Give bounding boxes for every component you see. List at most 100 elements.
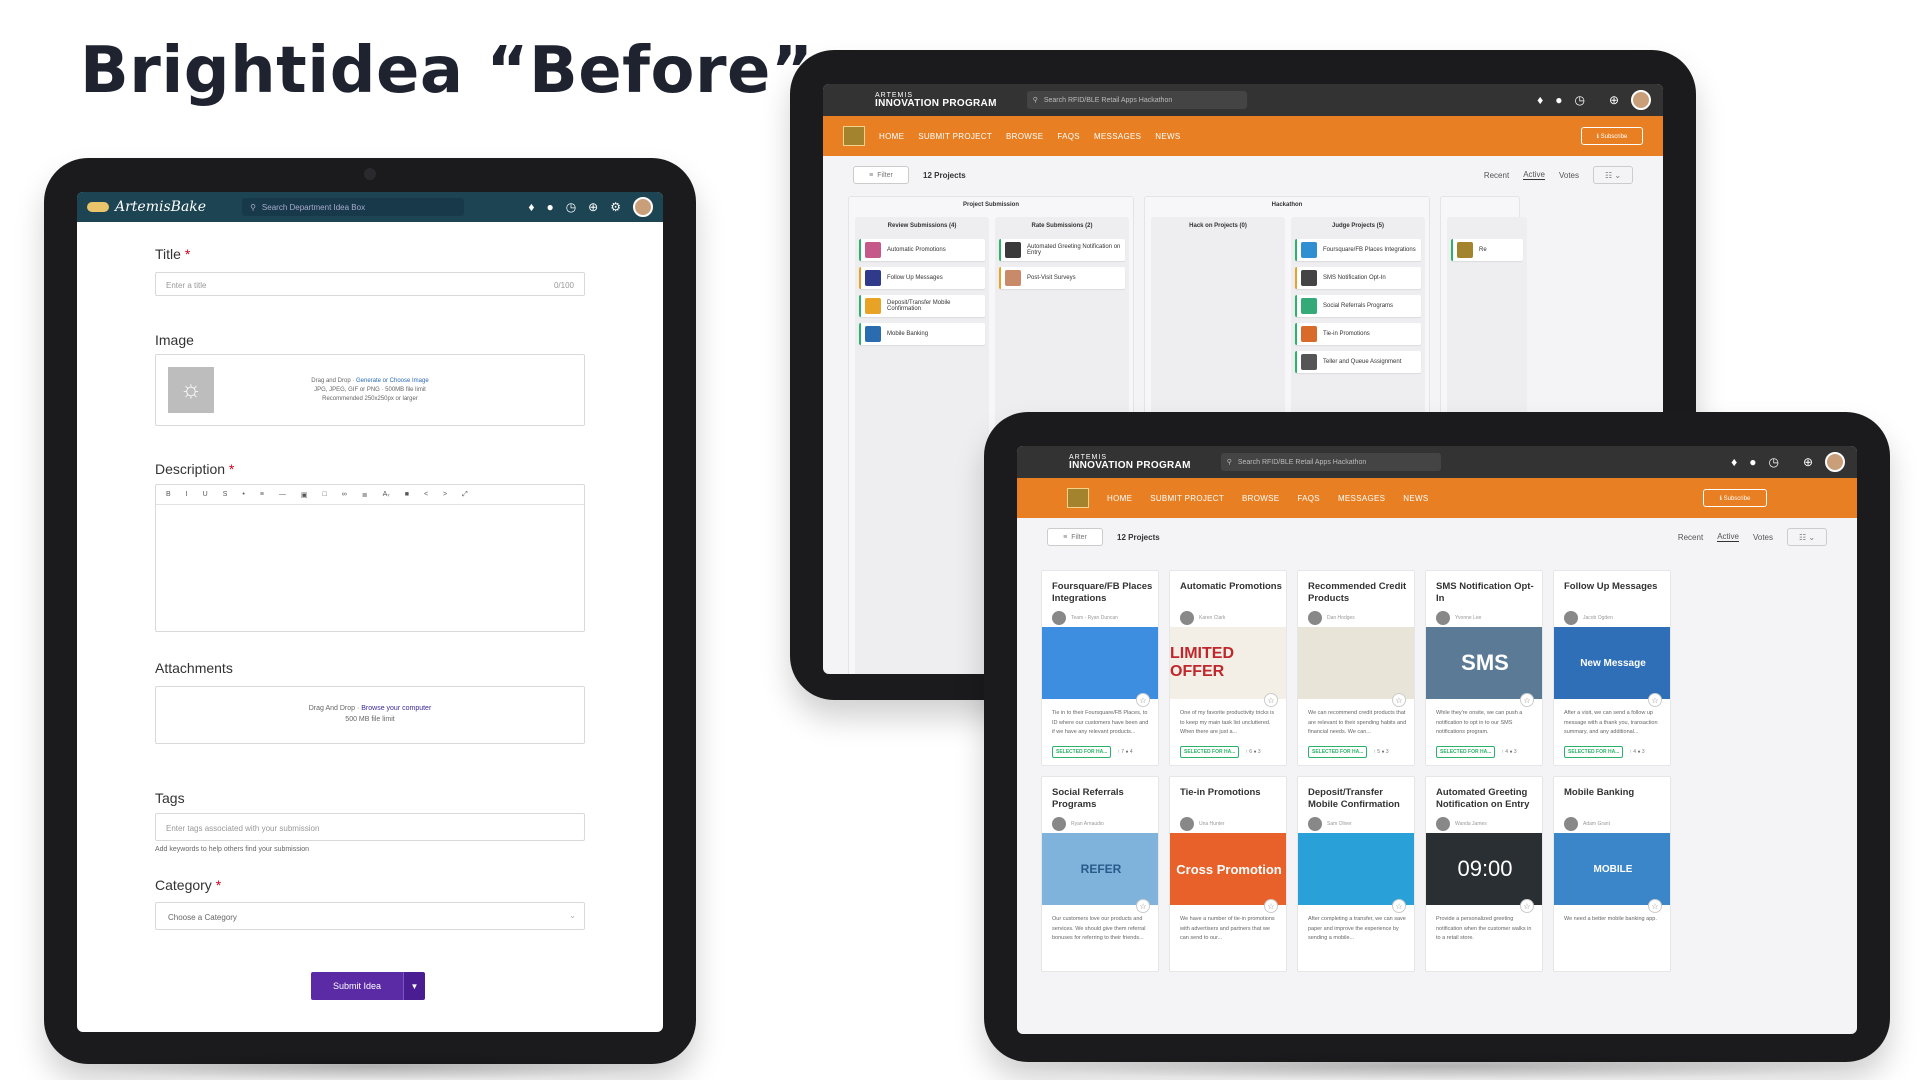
kanban-card[interactable]: SMS Notification Opt-In (1295, 267, 1421, 289)
clock-icon[interactable]: ◷ (1574, 93, 1584, 107)
image-dropzone[interactable]: ☼ Drag and Drop · Generate or Choose Ima… (155, 354, 585, 426)
tags-input[interactable]: Enter tags associated with your submissi… (155, 813, 585, 841)
bell-icon[interactable]: ♦ (1731, 455, 1737, 469)
clock-icon[interactable]: ◷ (566, 200, 576, 214)
nav-home[interactable]: HOME (879, 132, 904, 141)
nav-news[interactable]: NEWS (1403, 494, 1428, 503)
view-toggle[interactable]: ☷ ⌄ (1593, 166, 1633, 184)
project-card[interactable]: Deposit/Transfer Mobile Confirmation Sam… (1297, 776, 1415, 972)
project-title[interactable]: Foursquare/FB Places Integrations (1052, 581, 1156, 605)
star-icon[interactable]: ☆ (1136, 693, 1150, 707)
sort-active[interactable]: Active (1523, 170, 1545, 180)
view-toggle[interactable]: ☷ ⌄ (1787, 528, 1827, 546)
kanban-card[interactable]: Mobile Banking (859, 323, 985, 345)
kanban-card[interactable]: Re (1451, 239, 1523, 261)
toolbar-button[interactable]: ∞ (342, 491, 347, 498)
kanban-card[interactable]: Post-Visit Surveys (999, 267, 1125, 289)
subscribe-button[interactable]: ℹ Subscribe (1581, 127, 1643, 145)
project-title[interactable]: Mobile Banking (1564, 787, 1668, 799)
toolbar-button[interactable]: ≡ (260, 491, 264, 498)
nav-messages[interactable]: MESSAGES (1338, 494, 1385, 503)
clock-icon[interactable]: ◷ (1768, 455, 1778, 469)
toolbar-button[interactable]: > (443, 491, 447, 498)
toolbar-button[interactable]: ■ (405, 491, 409, 498)
star-icon[interactable]: ☆ (1392, 693, 1406, 707)
star-icon[interactable]: ☆ (1648, 899, 1662, 913)
chat-icon[interactable]: ● (1555, 93, 1562, 107)
project-card[interactable]: Recommended Credit Products Dan Hodges ☆… (1297, 570, 1415, 766)
avatar[interactable] (633, 197, 653, 217)
project-title[interactable]: Tie-in Promotions (1180, 787, 1284, 799)
project-title[interactable]: Follow Up Messages (1564, 581, 1668, 593)
toolbar-button[interactable]: ▣ (301, 491, 308, 499)
toolbar-button[interactable]: U (203, 491, 208, 498)
project-card[interactable]: Automated Greeting Notification on Entry… (1425, 776, 1543, 972)
sort-recent[interactable]: Recent (1678, 533, 1703, 542)
toolbar-button[interactable]: ≣ (362, 491, 368, 499)
kanban-card[interactable]: Teller and Queue Assignment (1295, 351, 1421, 373)
nav-submit-project[interactable]: SUBMIT PROJECT (918, 132, 992, 141)
sort-recent[interactable]: Recent (1484, 171, 1509, 180)
program-search-input[interactable]: ⚲ Search RFID/BLE Retail Apps Hackathon (1026, 91, 1247, 109)
toolbar-button[interactable]: B (166, 491, 171, 498)
nav-browse[interactable]: BROWSE (1006, 132, 1043, 141)
star-icon[interactable]: ☆ (1648, 693, 1662, 707)
attachments-dropzone[interactable]: Drag And Drop · Browse your computer 500… (155, 686, 585, 744)
kanban-card[interactable]: Follow Up Messages (859, 267, 985, 289)
project-card[interactable]: Tie-in Promotions Una Hunter Cross Promo… (1169, 776, 1287, 972)
program-logo[interactable]: ARTEMIS INNOVATION PROGRAM (875, 92, 997, 109)
sort-active[interactable]: Active (1717, 532, 1739, 542)
program-logo[interactable]: ARTEMIS INNOVATION PROGRAM (1069, 454, 1191, 471)
toolbar-button[interactable]: I (186, 491, 188, 498)
bell-icon[interactable]: ♦ (1537, 93, 1543, 107)
project-card[interactable]: Social Referrals Programs Ryan Arnaudio … (1041, 776, 1159, 972)
nav-faqs[interactable]: FAQS (1297, 494, 1320, 503)
star-icon[interactable]: ☆ (1520, 899, 1534, 913)
nav-news[interactable]: NEWS (1155, 132, 1180, 141)
add-icon[interactable]: ⊕ (588, 200, 598, 214)
toolbar-button[interactable]: S (223, 491, 228, 498)
browse-computer-link[interactable]: Browse your computer (361, 705, 431, 712)
project-card[interactable]: Mobile Banking Adam Grant MOBILE ☆ We ne… (1553, 776, 1671, 972)
project-title[interactable]: Recommended Credit Products (1308, 581, 1412, 605)
chat-icon[interactable]: ● (1749, 455, 1756, 469)
star-icon[interactable]: ☆ (1264, 899, 1278, 913)
program-thumbnail[interactable] (843, 126, 865, 146)
project-title[interactable]: Automatic Promotions (1180, 581, 1284, 593)
category-select[interactable]: Choose a Category ⌄ (155, 902, 585, 930)
program-thumbnail[interactable] (1067, 488, 1089, 508)
subscribe-button[interactable]: ℹ Subscribe (1703, 489, 1767, 507)
project-title[interactable]: Deposit/Transfer Mobile Confirmation (1308, 787, 1412, 811)
star-icon[interactable]: ☆ (1136, 899, 1150, 913)
kanban-card[interactable]: Tie-in Promotions (1295, 323, 1421, 345)
toolbar-button[interactable]: A₇ (383, 491, 390, 498)
nav-faqs[interactable]: FAQS (1057, 132, 1080, 141)
sort-votes[interactable]: Votes (1753, 533, 1773, 542)
kanban-card[interactable]: Social Referrals Programs (1295, 295, 1421, 317)
project-card[interactable]: Foursquare/FB Places Integrations Team -… (1041, 570, 1159, 766)
project-card[interactable]: Follow Up Messages Jacob Ogden New Messa… (1553, 570, 1671, 766)
search-input[interactable]: ⚲ Search Department Idea Box (242, 198, 465, 216)
add-icon[interactable]: ⊕ (1609, 93, 1619, 107)
toolbar-button[interactable]: < (424, 491, 428, 498)
generate-image-link[interactable]: Generate or Choose Image (356, 378, 429, 384)
toolbar-button[interactable]: □ (323, 491, 327, 498)
nav-messages[interactable]: MESSAGES (1094, 132, 1141, 141)
title-input[interactable]: Enter a title 0/100 (155, 272, 585, 296)
filter-button[interactable]: ≡ Filter (853, 166, 909, 184)
program-search-input[interactable]: ⚲ Search RFID/BLE Retail Apps Hackathon (1220, 453, 1441, 471)
star-icon[interactable]: ☆ (1264, 693, 1278, 707)
kanban-card[interactable]: Automatic Promotions (859, 239, 985, 261)
toolbar-button[interactable]: ⤢ (462, 491, 468, 499)
submit-dropdown-button[interactable]: ▼ (403, 972, 425, 1000)
nav-home[interactable]: HOME (1107, 494, 1132, 503)
avatar[interactable] (1825, 452, 1845, 472)
project-title[interactable]: Automated Greeting Notification on Entry (1436, 787, 1540, 811)
bell-icon[interactable]: ♦ (528, 200, 534, 214)
sort-votes[interactable]: Votes (1559, 171, 1579, 180)
filter-button[interactable]: ≡ Filter (1047, 528, 1103, 546)
project-title[interactable]: Social Referrals Programs (1052, 787, 1156, 811)
avatar[interactable] (1631, 90, 1651, 110)
star-icon[interactable]: ☆ (1520, 693, 1534, 707)
project-card[interactable]: Automatic Promotions Karen Clark LIMITED… (1169, 570, 1287, 766)
